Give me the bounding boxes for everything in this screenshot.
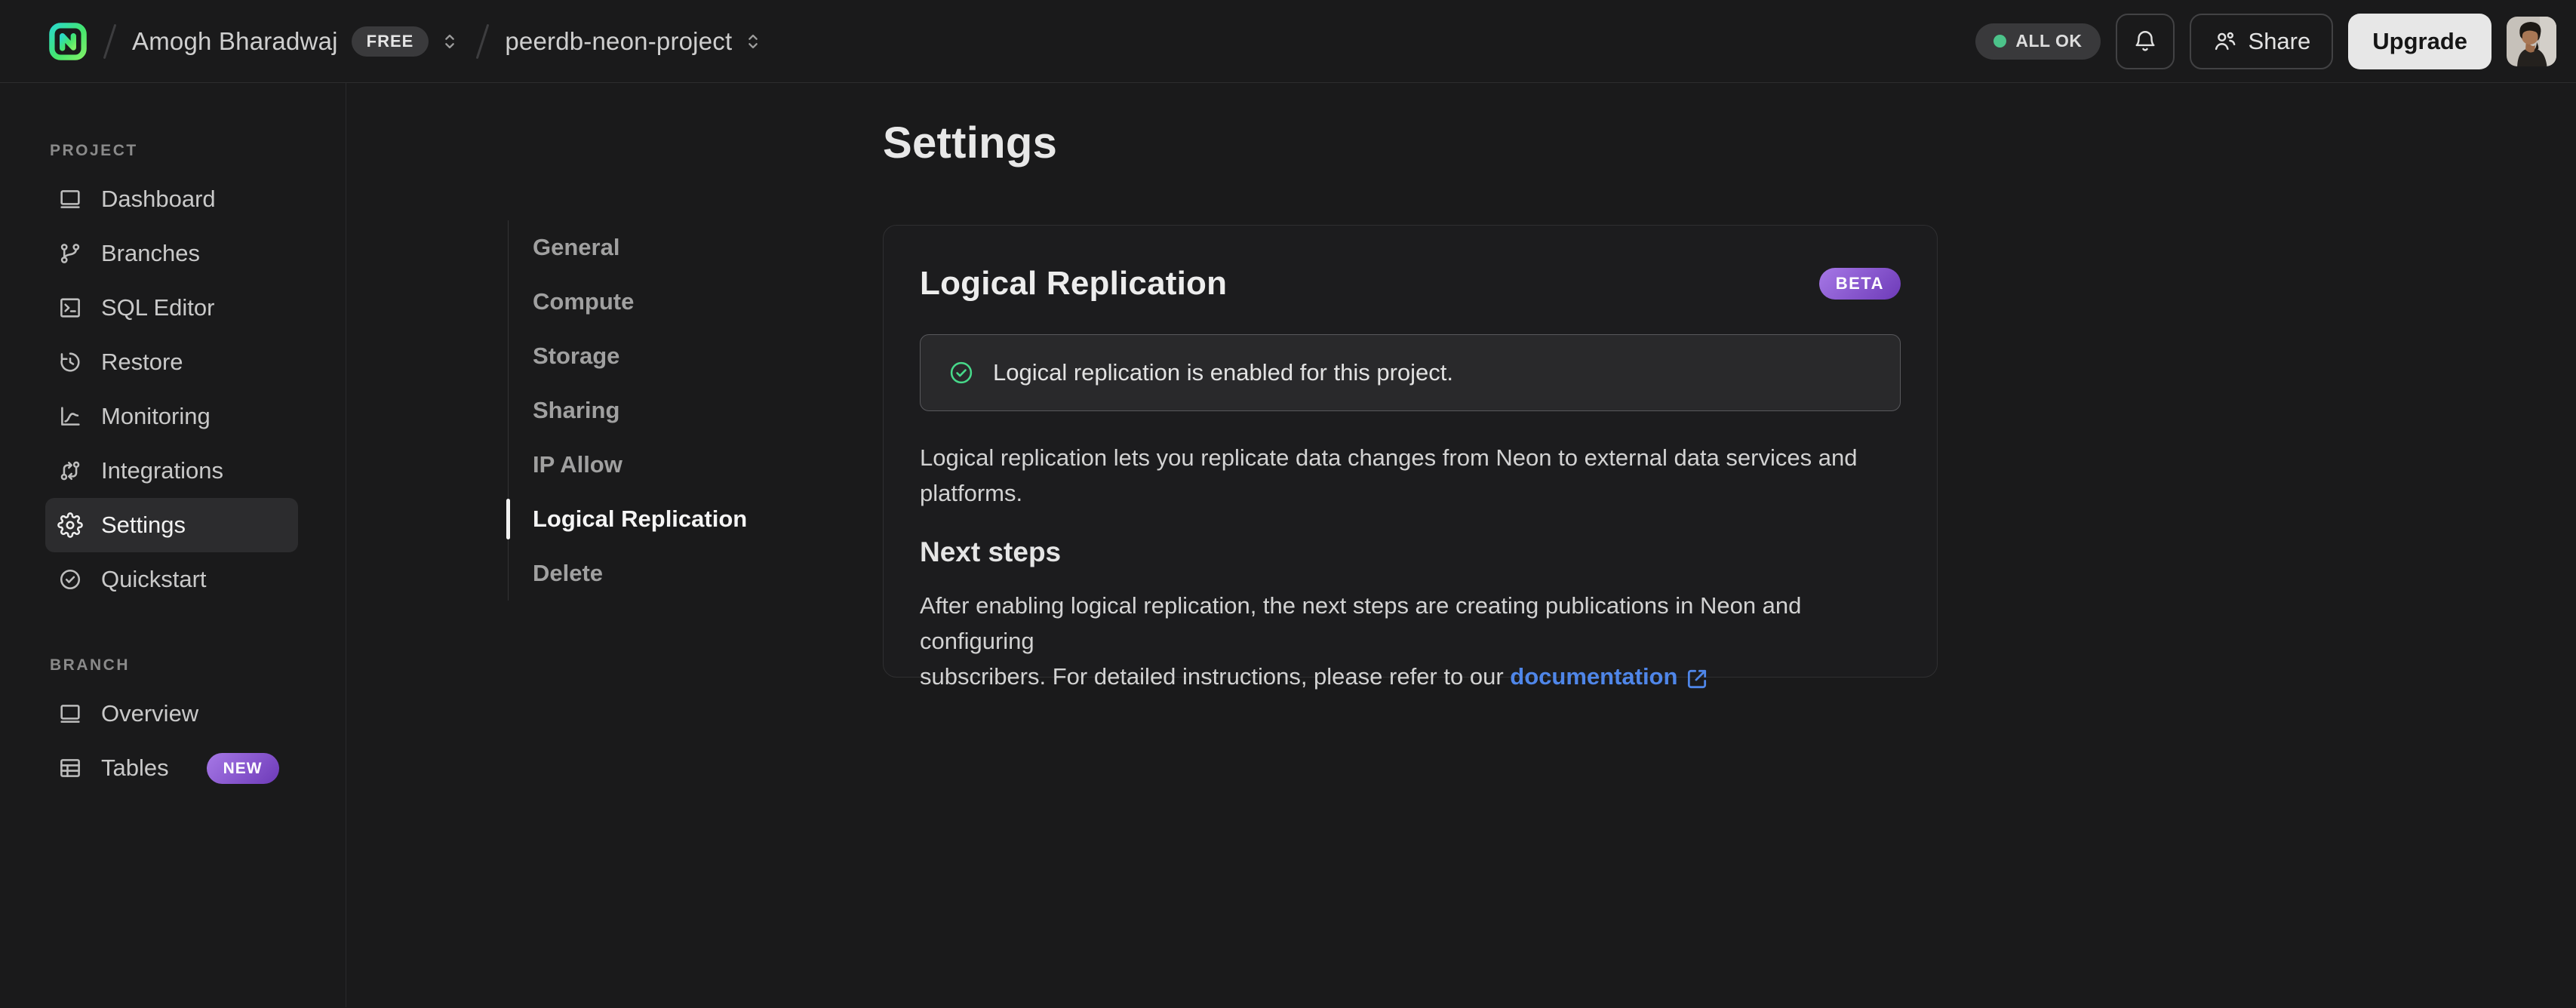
status-dot-icon xyxy=(1993,35,2007,48)
tables-grid-icon xyxy=(57,755,83,781)
main-content: Settings General Compute Storage Sharing… xyxy=(346,83,2576,1007)
plan-badge: FREE xyxy=(351,26,429,57)
upgrade-button[interactable]: Upgrade xyxy=(2348,13,2491,69)
sidebar-item-label: Overview xyxy=(101,700,199,727)
sidebar-item-label: Quickstart xyxy=(101,566,207,592)
sidebar-section-project: PROJECT xyxy=(50,142,138,159)
breadcrumb-org-name[interactable]: Amogh Bharadwaj xyxy=(132,27,338,56)
topbar-actions: ALL OK Share Upgrade xyxy=(1975,13,2556,69)
success-check-circle-icon xyxy=(948,359,975,386)
topbar: Amogh Bharadwaj FREE peerdb-neon-project… xyxy=(0,0,2576,83)
sidebar-item-integrations[interactable]: Integrations xyxy=(45,444,298,498)
sidebar-item-restore[interactable]: Restore xyxy=(45,335,298,389)
settings-nav: General Compute Storage Sharing IP Allow… xyxy=(506,220,825,601)
documentation-link-label: documentation xyxy=(1510,663,1678,690)
settings-nav-delete[interactable]: Delete xyxy=(509,546,825,601)
settings-nav-logical-replication[interactable]: Logical Replication xyxy=(506,492,825,546)
sidebar: PROJECT Dashboard Branches SQL Editor Re… xyxy=(0,83,346,1007)
description-line: platforms. xyxy=(920,480,1023,506)
sidebar-item-sql-editor[interactable]: SQL Editor xyxy=(45,281,298,335)
sidebar-item-label: Restore xyxy=(101,349,183,375)
bell-icon xyxy=(2132,29,2158,54)
steps-line-prefix: subscribers. For detailed instructions, … xyxy=(920,663,1511,690)
settings-nav-ip-allow[interactable]: IP Allow xyxy=(509,438,825,492)
git-branch-icon xyxy=(57,241,83,266)
sidebar-item-label: Dashboard xyxy=(101,186,216,212)
neon-logo-icon[interactable] xyxy=(48,22,88,61)
status-badge[interactable]: ALL OK xyxy=(1975,23,2101,60)
gear-icon xyxy=(57,512,83,538)
page-title: Settings xyxy=(883,118,1058,167)
restore-history-icon xyxy=(57,349,83,375)
settings-nav-storage[interactable]: Storage xyxy=(509,329,825,383)
settings-nav-label: Logical Replication xyxy=(533,506,748,532)
sidebar-item-label: SQL Editor xyxy=(101,294,215,321)
sidebar-item-label: Tables xyxy=(101,754,169,781)
sidebar-item-label: Integrations xyxy=(101,457,223,484)
steps-line: subscribers. For detailed instructions, … xyxy=(920,659,1901,694)
sidebar-item-overview[interactable]: Overview xyxy=(45,687,298,741)
next-steps-paragraph: After enabling logical replication, the … xyxy=(920,588,1901,694)
sidebar-item-settings[interactable]: Settings xyxy=(45,498,298,552)
steps-line: After enabling logical replication, the … xyxy=(920,592,1802,654)
description-paragraph: Logical replication lets you replicate d… xyxy=(920,440,1901,511)
upgrade-button-label: Upgrade xyxy=(2372,27,2467,54)
sidebar-item-label: Settings xyxy=(101,512,186,538)
settings-nav-general[interactable]: General xyxy=(509,220,825,275)
status-label: ALL OK xyxy=(2015,31,2083,51)
card-title: Logical Replication xyxy=(920,265,1228,302)
settings-nav-sharing[interactable]: Sharing xyxy=(509,383,825,438)
breadcrumb-project-name[interactable]: peerdb-neon-project xyxy=(505,27,732,56)
avatar[interactable] xyxy=(2507,16,2556,66)
share-button[interactable]: Share xyxy=(2189,13,2334,69)
sidebar-item-dashboard[interactable]: Dashboard xyxy=(45,172,298,226)
active-indicator xyxy=(506,499,510,539)
external-link-icon xyxy=(1685,667,1709,691)
next-steps-title: Next steps xyxy=(920,536,1062,567)
success-alert-text: Logical replication is enabled for this … xyxy=(993,359,1454,386)
sql-editor-icon xyxy=(57,295,83,321)
integrations-icon xyxy=(57,458,83,484)
new-badge: NEW xyxy=(206,752,279,784)
org-switcher-caret-sort-icon[interactable] xyxy=(439,31,460,52)
check-circle-icon xyxy=(57,567,83,592)
notifications-button[interactable] xyxy=(2115,13,2175,69)
beta-badge: BETA xyxy=(1818,268,1901,300)
documentation-link[interactable]: documentation xyxy=(1510,659,1709,694)
sidebar-item-label: Monitoring xyxy=(101,403,211,429)
monitoring-chart-icon xyxy=(57,404,83,429)
breadcrumb-slash xyxy=(476,23,490,59)
share-users-icon xyxy=(2212,29,2238,54)
sidebar-section-branch: BRANCH xyxy=(50,656,130,674)
overview-window-icon xyxy=(57,701,83,727)
settings-nav-compute[interactable]: Compute xyxy=(509,275,825,329)
sidebar-item-tables[interactable]: Tables NEW xyxy=(45,741,298,795)
sidebar-item-quickstart[interactable]: Quickstart xyxy=(45,552,298,607)
dashboard-icon xyxy=(57,186,83,212)
logical-replication-card: Logical Replication BETA Logical replica… xyxy=(883,225,1938,690)
description-line: Logical replication lets you replicate d… xyxy=(920,444,1858,471)
project-switcher-caret-sort-icon[interactable] xyxy=(742,31,764,52)
sidebar-item-branches[interactable]: Branches xyxy=(45,226,298,281)
sidebar-item-monitoring[interactable]: Monitoring xyxy=(45,389,298,444)
share-button-label: Share xyxy=(2248,27,2311,54)
success-alert: Logical replication is enabled for this … xyxy=(920,334,1901,411)
breadcrumb-slash xyxy=(103,23,117,59)
sidebar-item-label: Branches xyxy=(101,240,200,266)
